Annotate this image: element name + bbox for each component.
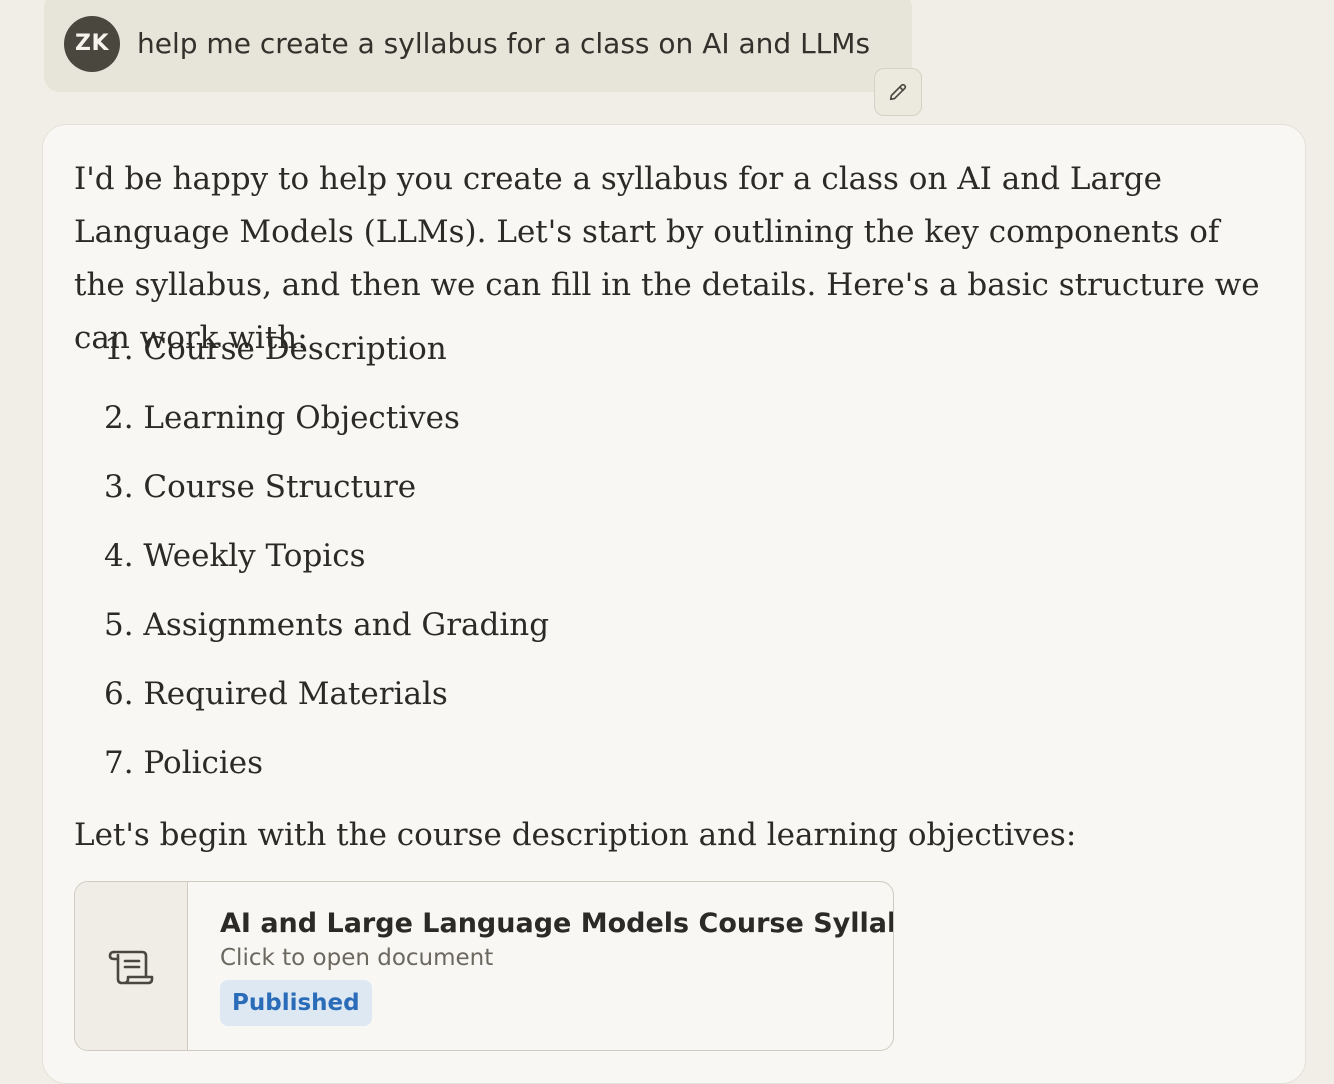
outline-item: 7. Policies	[104, 745, 264, 781]
outline-item: 1. Course Description	[104, 331, 447, 367]
outline-item: 4. Weekly Topics	[104, 538, 366, 574]
outline-item: 5. Assignments and Grading	[104, 607, 550, 643]
outline-item: 2. Learning Objectives	[104, 400, 460, 436]
scroll-document-icon	[108, 950, 154, 985]
outline-item: 3. Course Structure	[104, 469, 417, 505]
assistant-followup-text: Let's begin with the course description …	[74, 817, 1077, 853]
artifact-subtitle: Click to open document	[220, 945, 494, 971]
artifact-icon-panel	[75, 882, 188, 1050]
artifact-document-card[interactable]: AI and Large Language Models Course Syll…	[74, 881, 894, 1051]
outline-item: 6. Required Materials	[104, 676, 448, 712]
syllabus-outline-list: 1. Course Description 2. Learning Object…	[104, 322, 549, 805]
status-badge: Published	[220, 980, 372, 1026]
user-avatar: ZK	[64, 16, 120, 72]
edit-message-button[interactable]	[874, 68, 922, 116]
pencil-icon	[889, 83, 907, 101]
user-message-text: help me create a syllabus for a class on…	[137, 27, 871, 60]
artifact-title: AI and Large Language Models Course Syll…	[220, 908, 894, 939]
